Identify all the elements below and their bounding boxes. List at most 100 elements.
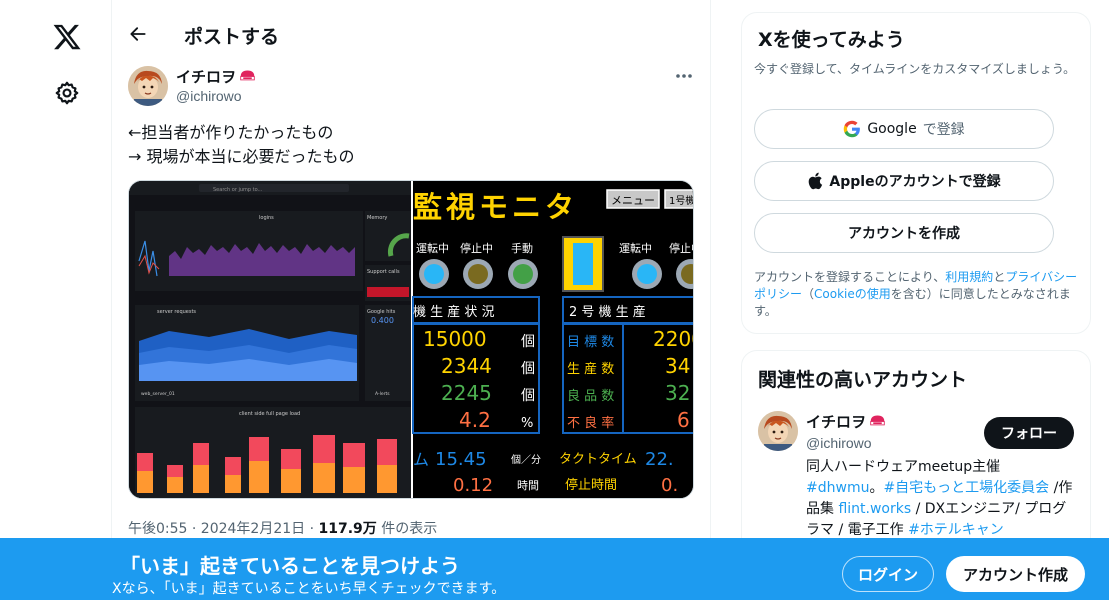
bio-part-1: 同人ハードウェアmeetup主催 (806, 459, 1001, 475)
apple-icon (809, 172, 823, 190)
machine1-row3-value: 2245 (441, 381, 492, 405)
post-text: ←担当者が作りたかったもの → 現場が本当に必要だったもの (128, 121, 355, 169)
author-avatar[interactable] (128, 66, 168, 106)
machine2-row4-value: 6 (677, 408, 690, 432)
google-brand-label: Google (867, 121, 917, 137)
google-signup-button[interactable]: Google で登録 (754, 109, 1054, 149)
signup-banner: 「いま」起きていることを見つけよう Xなら、「いま」起きていることをいち早くチェ… (0, 538, 1109, 600)
takt-value-2: 22. (645, 449, 674, 470)
cookie-link[interactable]: Cookieの使用 (814, 287, 891, 301)
author-name[interactable]: イチロヲ (176, 66, 256, 87)
monitor-title: 監視モニタ (413, 190, 578, 224)
monitor-status-stopped: 停止中 (460, 241, 493, 255)
post-views-suffix: 件の表示 (376, 521, 438, 537)
related-avatar[interactable] (758, 411, 798, 451)
machine1-row2-unit: 個 (521, 361, 535, 377)
signup-card-subtitle: 今すぐ登録して、タイムラインをカスタマイズしましょう。 (754, 62, 1076, 76)
gear-icon[interactable] (54, 80, 80, 106)
author-handle[interactable]: @ichirowo (176, 88, 242, 104)
post-meta: 午後0:55 · 2024年2月21日 · 117.9万 件の表示 (128, 518, 437, 538)
stop-value: 0.12 (453, 475, 493, 496)
dash-alerts-label: A-lerts (375, 391, 390, 397)
related-handle[interactable]: @ichirowo (806, 435, 872, 451)
stop-value-2: 0. (661, 475, 678, 496)
monitor-status-manual: 手動 (511, 241, 533, 255)
back-arrow-icon[interactable] (128, 24, 148, 44)
banner-title: 「いま」起きていることを見つけよう (120, 554, 460, 578)
post-column: ポストする イチロヲ @ichirowo ←担当者が作りたかったもの → 現場が… (112, 0, 711, 600)
machine1-row1-value: 15000 (423, 327, 487, 351)
bio-hashtag-hotel[interactable]: #ホテルキャン (908, 522, 1004, 538)
dashboard-image: Search or jump to... logins Memory Suppo… (129, 181, 411, 498)
signup-card-title: Xを使ってみよう (758, 29, 905, 51)
app: ポストする イチロヲ @ichirowo ←担当者が作りたかったもの → 現場が… (0, 0, 1109, 600)
google-icon (844, 120, 861, 138)
related-bio: 同人ハードウェアmeetup主催 #dhwmu。#自宅もっと工場化委員会 /作品… (806, 457, 1078, 541)
more-options-icon[interactable] (670, 66, 698, 86)
emoji-badge-icon (870, 415, 885, 426)
login-button[interactable]: ログイン (842, 556, 934, 592)
monitor-status-stopped-2: 停止中 (669, 241, 694, 255)
machine1-row2-value: 2344 (441, 354, 492, 378)
machine1-row4-value: 4.2 (459, 408, 491, 432)
post-views-count: 117.9万 (318, 521, 377, 537)
machine2-row3-value: 32 (665, 381, 690, 405)
stop-unit: 時間 (517, 479, 539, 492)
post-text-line-1: ←担当者が作りたかったもの (128, 123, 334, 142)
post-media[interactable]: Search or jump to... logins Memory Suppo… (128, 180, 694, 499)
machine2-row3-label: 良 品 数 (567, 388, 614, 404)
x-logo-icon[interactable] (52, 22, 82, 52)
bio-hashtag-dhwmu[interactable]: #dhwmu (806, 480, 869, 496)
google-suffix-label: で登録 (922, 122, 965, 138)
machine1-header: 機 生 産 状 況 (413, 304, 495, 320)
machine1-row4-unit: % (521, 416, 533, 431)
banner-subtitle: Xなら、「いま」起きていることをいち早くチェックできます。 (112, 581, 506, 597)
apple-signup-button[interactable]: Appleのアカウントで登録 (754, 161, 1054, 201)
legal-paren: （ (802, 287, 815, 301)
dash-search-hint: Search or jump to... (213, 187, 263, 193)
stop-label: 停止時間 (565, 477, 617, 493)
page-title: ポストする (184, 26, 280, 48)
right-sidebar: Xを使ってみよう 今すぐ登録して、タイムラインをカスタマイズしましょう。 Goo… (741, 0, 1091, 600)
dash-legend-item: web_server_01 (141, 391, 175, 397)
emoji-badge-icon (240, 70, 255, 81)
signup-card: Xを使ってみよう 今すぐ登録して、タイムラインをカスタマイズしましょう。 Goo… (741, 12, 1091, 334)
post-header: ポストする (112, 0, 711, 56)
related-card-title: 関連性の高いアカウント (758, 369, 968, 391)
dash-client-label: client side full page load (239, 411, 300, 417)
post-timestamp[interactable]: 午後0:55 · 2024年2月21日 · (128, 521, 319, 537)
dash-logins-label: logins (259, 215, 274, 221)
create-account-button[interactable]: アカウントを作成 (754, 213, 1054, 253)
takt-prefix: ム (413, 450, 429, 469)
dash-google-value: 0.400 (371, 316, 394, 325)
dash-memory-label: Memory (367, 215, 387, 221)
terms-link[interactable]: 利用規約 (945, 270, 993, 284)
legal-notice: アカウントを登録することにより、利用規約とプライバシーポリシー（Cookieの使… (754, 269, 1084, 320)
bio-link[interactable]: flint.works (838, 501, 911, 517)
monitor-page-button: 1号機 (669, 194, 694, 207)
machine2-row2-label: 生 産 数 (567, 361, 614, 377)
monitor-status-running: 運転中 (416, 242, 449, 255)
dash-support-label: Support calls (367, 269, 400, 275)
follow-button[interactable]: フォロー (984, 417, 1074, 449)
signup-button[interactable]: アカウント作成 (946, 556, 1085, 592)
factory-monitor-image: 監視モニタ メニュー 1号機 運転中 停止中 手動 運転中 停止中 (412, 181, 694, 498)
related-name[interactable]: イチロヲ (806, 411, 886, 432)
machine2-row1-value: 2200 (653, 327, 694, 351)
apple-signup-label: Appleのアカウントで登録 (829, 174, 1001, 190)
bio-part-2: 。 (869, 480, 884, 496)
machine2-header: 2 号 機 生 産 (569, 304, 646, 320)
takt-value: 15.45 (435, 449, 487, 470)
dash-server-label: server requests (157, 309, 196, 315)
monitor-status-running-2: 運転中 (619, 242, 652, 255)
machine1-row1-unit: 個 (521, 334, 535, 350)
create-account-label: アカウントを作成 (848, 226, 960, 242)
post-text-line-2: → 現場が本当に必要だったもの (128, 147, 355, 166)
dash-google-label: Google hits (367, 309, 396, 315)
machine2-row4-label: 不 良 率 (567, 415, 614, 431)
legal-prefix: アカウントを登録することにより、 (754, 270, 946, 284)
bio-hashtag-factory[interactable]: #自宅もっと工場化委員会 (883, 480, 1049, 496)
takt-unit: 個／分 (511, 453, 541, 466)
monitor-menu-button: メニュー (611, 194, 655, 207)
left-nav (0, 0, 112, 600)
